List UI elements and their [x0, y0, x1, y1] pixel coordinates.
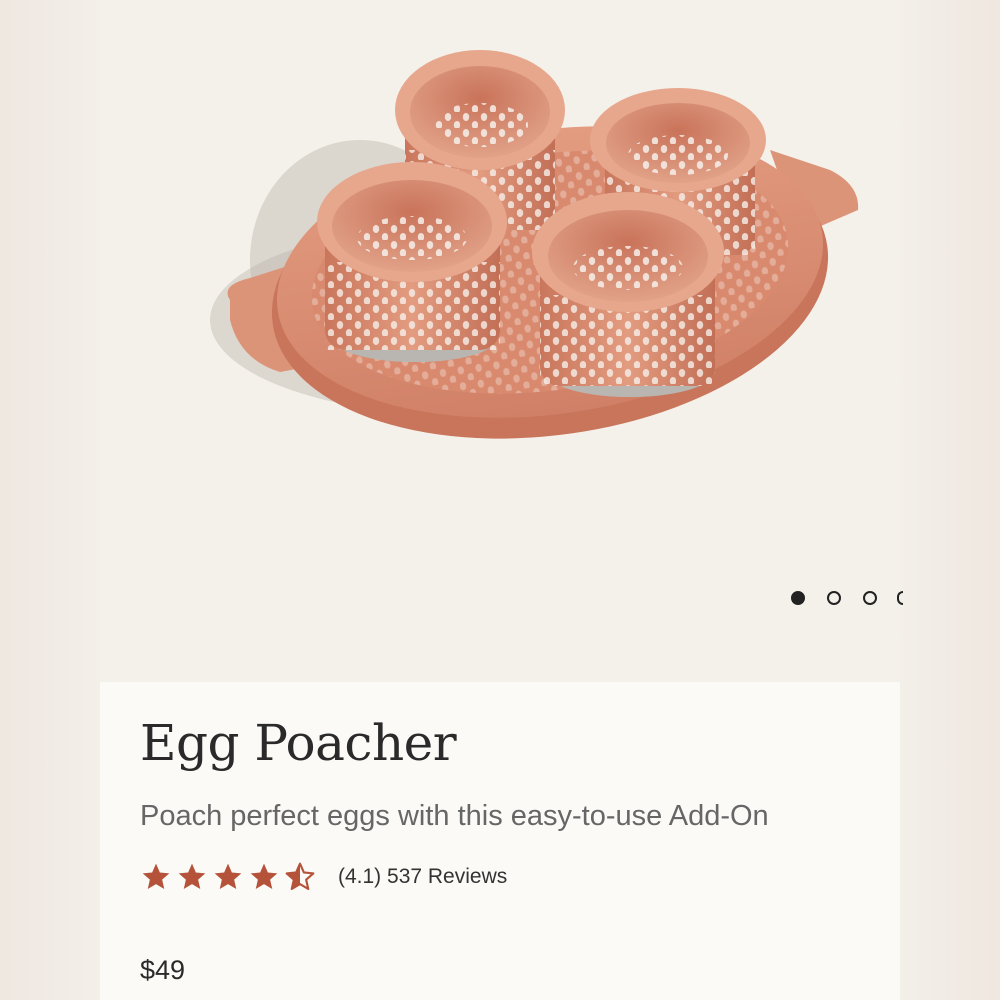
- carousel-dot-active[interactable]: [791, 591, 805, 605]
- product-card: Egg Poacher Poach perfect eggs with this…: [100, 0, 903, 1000]
- star-full-icon: [178, 863, 206, 889]
- product-subtitle: Poach perfect eggs with this easy-to-use…: [140, 800, 769, 832]
- carousel-dot-partial[interactable]: [897, 591, 903, 605]
- background-right: [900, 0, 1000, 1000]
- star-half-icon: [285, 862, 315, 891]
- product-info: Egg Poacher Poach perfect eggs with this…: [100, 682, 900, 1000]
- star-full-icon: [250, 863, 278, 889]
- star-full-icon: [214, 863, 242, 889]
- rating-reviews-link[interactable]: (4.1) 537 Reviews: [338, 865, 507, 889]
- carousel-dot[interactable]: [827, 591, 841, 605]
- egg-poacher-product-image: [210, 50, 859, 439]
- star-full-icon: [142, 863, 170, 889]
- product-title: Egg Poacher: [140, 714, 457, 772]
- carousel-dot[interactable]: [863, 591, 877, 605]
- rating-row[interactable]: (4.1) 537 Reviews: [140, 860, 507, 894]
- product-gallery[interactable]: [100, 0, 903, 682]
- background-left: [0, 0, 100, 1000]
- star-rating: [140, 861, 320, 893]
- product-price: $49: [140, 955, 186, 985]
